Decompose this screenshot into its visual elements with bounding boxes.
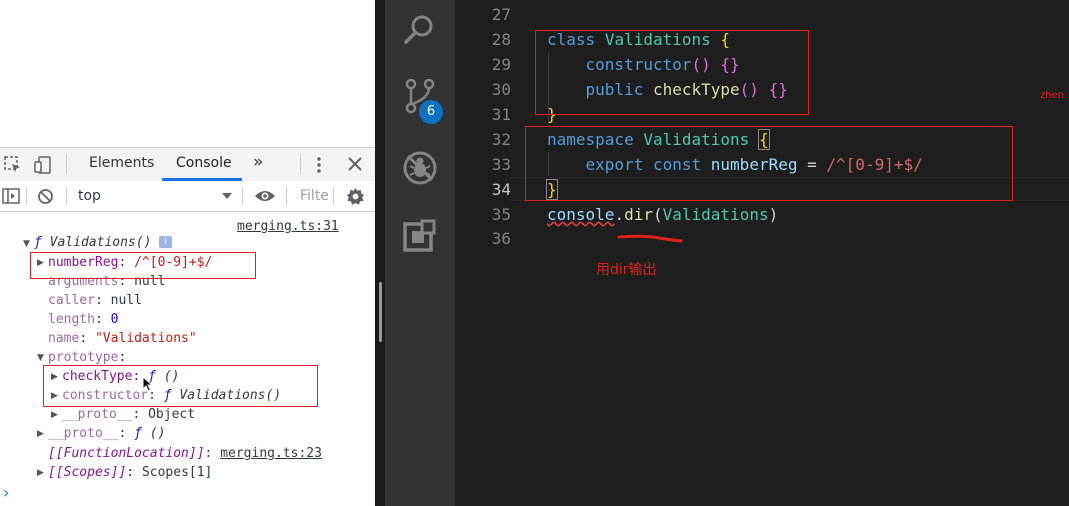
prop-proto-function[interactable]: __proto__: ƒ () (48, 424, 165, 443)
expand-triangle-icon[interactable]: ▼ (37, 353, 44, 363)
annotation-edge-text: zhen (1040, 90, 1065, 101)
line-number: 31 (491, 105, 511, 124)
source-control-badge: 6 (419, 100, 443, 124)
annotation-text: 用dir输出 (596, 262, 657, 278)
line-number: 32 (491, 130, 511, 149)
tab-console[interactable]: Console (176, 155, 232, 171)
annotation-box-namespace (525, 126, 1013, 201)
expand-triangle-icon[interactable]: ▼ (23, 239, 30, 249)
prop-length: length: 0 (48, 312, 119, 327)
line-number: 27 (491, 5, 511, 24)
prop-name: name: "Validations" (48, 331, 197, 346)
line-number: 34 (491, 180, 511, 199)
prop-proto-object[interactable]: __proto__: Object (62, 405, 195, 424)
annotation-box-numberreg (30, 252, 256, 279)
clear-console-icon[interactable] (37, 188, 54, 208)
device-toolbar-icon[interactable] (33, 155, 53, 178)
extensions-icon[interactable] (402, 219, 438, 255)
devtools-main-toolbar: Elements Console » (0, 147, 375, 182)
activity-bar (385, 0, 455, 506)
console-root-line: ƒ Validations() (34, 235, 152, 250)
panel-splitter[interactable] (375, 0, 385, 506)
annotation-box-prototype-members (43, 365, 318, 407)
source-link[interactable]: merging.ts:31 (237, 217, 339, 236)
expand-triangle-icon[interactable]: ▶ (37, 429, 44, 439)
line-number: 29 (491, 55, 511, 74)
console-prompt[interactable]: › (3, 483, 9, 502)
prop-caller: caller: null (48, 293, 142, 308)
annotation-underline-dir (617, 234, 683, 243)
prop-function-location: [[FunctionLocation]]: merging.ts:23 (48, 446, 322, 461)
devtools-panel: Elements Console » top Filte merging.ts:… (0, 0, 375, 506)
tab-elements[interactable]: Elements (89, 155, 154, 171)
code-line-35: console.dir(Validations) (547, 205, 779, 224)
chevron-down-icon[interactable] (222, 188, 232, 207)
splitter-handle[interactable] (379, 282, 382, 342)
line-number: 36 (491, 229, 511, 248)
debug-icon[interactable] (402, 150, 438, 186)
line-number: 28 (491, 30, 511, 49)
close-icon[interactable] (347, 156, 363, 175)
info-icon: i (159, 236, 172, 248)
prop-scopes[interactable]: [[Scopes]]: Scopes[1] (48, 463, 212, 482)
console-toolbar: top Filte (0, 181, 375, 212)
live-expression-eye-icon[interactable] (254, 188, 276, 207)
search-icon[interactable] (402, 12, 438, 48)
expand-triangle-icon[interactable]: ▶ (51, 410, 58, 420)
filter-input[interactable]: Filte (300, 188, 329, 204)
gear-icon[interactable] (346, 187, 365, 209)
line-number: 35 (491, 205, 511, 224)
console-sidebar-icon[interactable] (2, 187, 20, 208)
kebab-menu-icon[interactable] (316, 156, 322, 177)
annotation-box-class (535, 30, 809, 115)
context-selector[interactable]: top (78, 188, 101, 204)
more-tabs-button[interactable]: » (253, 152, 263, 172)
line-number: 30 (491, 80, 511, 99)
function-location-link[interactable]: merging.ts:23 (220, 446, 322, 461)
line-number: 33 (491, 155, 511, 174)
expand-triangle-icon[interactable]: ▶ (37, 468, 44, 478)
inspect-element-icon[interactable] (4, 156, 22, 177)
